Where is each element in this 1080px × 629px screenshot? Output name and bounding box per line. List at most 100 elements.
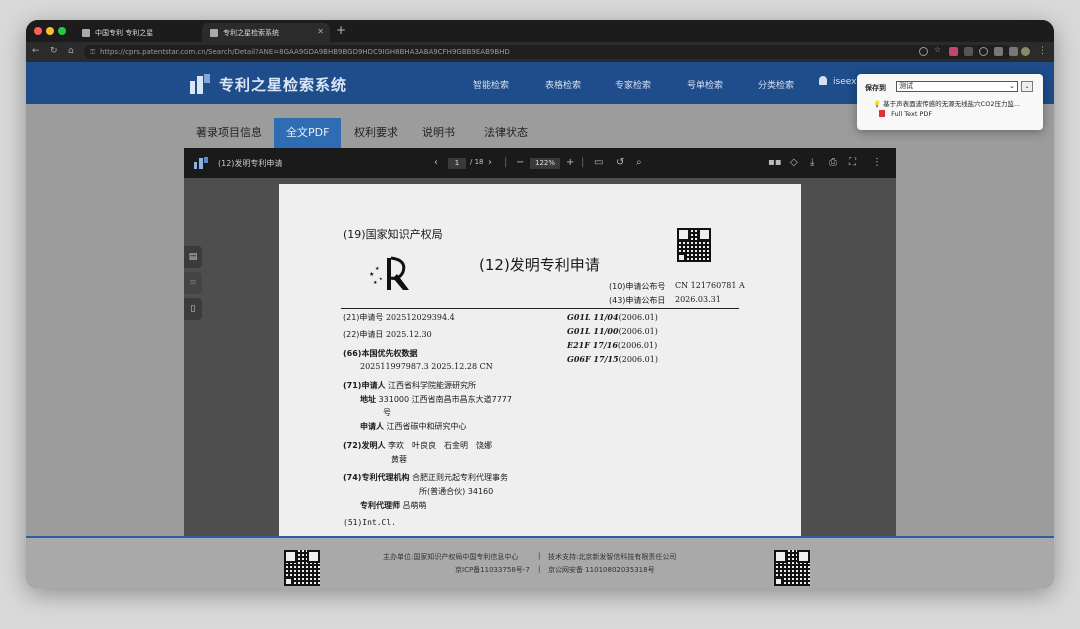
pdf-viewer: (12)发明专利申请 ‹ 1 / 18 › | − 122% + | ▭ ↺ ⌕… bbox=[184, 148, 896, 588]
profile-avatar[interactable] bbox=[1021, 47, 1030, 56]
two-page-view-icon[interactable]: ▪▪ bbox=[768, 157, 782, 168]
divider: | bbox=[581, 157, 585, 168]
extension-icon[interactable] bbox=[949, 47, 958, 56]
footer-police-record[interactable]: 京公网安备 11010802035318号 bbox=[548, 565, 655, 575]
zoom-out-icon[interactable]: − bbox=[516, 157, 524, 168]
share-icon[interactable] bbox=[919, 47, 928, 56]
field-label: 专利代理师 bbox=[360, 501, 400, 510]
tab-legal-status[interactable]: 法律状态 bbox=[484, 118, 528, 148]
qr-code bbox=[774, 550, 810, 586]
svg-text:★: ★ bbox=[369, 271, 374, 278]
tab-claims[interactable]: 权利要求 bbox=[354, 118, 398, 148]
browser-tab-1[interactable]: 中国专利 专利之星 bbox=[74, 23, 198, 42]
field-label: (22)申请日 bbox=[343, 330, 384, 339]
zotero-save-popup: 保存到 测试 ⌄ ⌄ 💡 基于声表面波传感的无源无线盐穴CO2压力监... Fu… bbox=[857, 74, 1043, 130]
field-value: 202511997987.3 2025.12.28 CN bbox=[360, 362, 493, 371]
address-bar[interactable]: ⚿ https://cprs.patentstar.com.cn/Search/… bbox=[84, 45, 1012, 59]
sidebar-icon[interactable] bbox=[1009, 47, 1018, 56]
divider: | bbox=[504, 157, 508, 168]
nav-class-search[interactable]: 分类检索 bbox=[758, 78, 794, 91]
search-icon[interactable]: ⌕ bbox=[636, 157, 642, 168]
new-tab-button[interactable]: + bbox=[336, 23, 346, 37]
extension-icon[interactable] bbox=[979, 47, 988, 56]
next-page-icon[interactable]: › bbox=[488, 157, 492, 168]
saved-attachment[interactable]: Full Text PDF bbox=[879, 110, 932, 118]
field-label: (66)本国优先权数据 bbox=[343, 349, 418, 358]
nav-expert-search[interactable]: 专家检索 bbox=[615, 78, 651, 91]
tab-fulltext-pdf[interactable]: 全文PDF bbox=[274, 118, 342, 148]
collection-select[interactable]: 测试 ⌄ bbox=[896, 81, 1018, 92]
bookmark-star-icon[interactable]: ☆ bbox=[934, 45, 943, 54]
tab-strip: 中国专利 专利之星 专利之星检索系统 ✕ + bbox=[26, 20, 1054, 42]
field-label: (71)申请人 bbox=[343, 381, 386, 390]
thumbnails-icon[interactable]: ▤ bbox=[184, 246, 202, 268]
attachments-icon[interactable]: ▯ bbox=[184, 298, 202, 320]
nav-table-search[interactable]: 表格检索 bbox=[545, 78, 581, 91]
lock-icon: ⚿ bbox=[90, 48, 96, 56]
field-value: 合肥正则元起专利代理事务 bbox=[412, 473, 508, 482]
home-icon[interactable]: ⌂ bbox=[68, 46, 74, 56]
svg-text:★: ★ bbox=[379, 276, 383, 281]
extensions-puzzle-icon[interactable] bbox=[994, 47, 1003, 56]
tab-description[interactable]: 说明书 bbox=[422, 118, 455, 148]
footer-separator: | bbox=[538, 552, 541, 560]
page-icon bbox=[210, 28, 218, 37]
qr-code bbox=[284, 550, 320, 586]
field-value: 202512029394.4 bbox=[385, 313, 455, 322]
chevron-down-icon: ⌄ bbox=[1009, 82, 1015, 90]
expand-tree-button[interactable]: ⌄ bbox=[1021, 81, 1033, 92]
fullscreen-icon[interactable]: ⛶ bbox=[849, 157, 856, 168]
zoom-in-icon[interactable]: + bbox=[566, 157, 574, 168]
ipc-code: E21F 17/16 bbox=[567, 340, 618, 350]
svg-text:★: ★ bbox=[375, 266, 380, 272]
maximize-window-button[interactable] bbox=[58, 27, 66, 35]
publication-date-label: (43)申请公布日 bbox=[609, 296, 666, 305]
print-icon[interactable]: ⎙ bbox=[829, 157, 837, 168]
field-value: 李欢 叶良良 石金明 饶娜 bbox=[388, 441, 492, 450]
ipc-version: (2006.01) bbox=[618, 327, 658, 336]
ipc-code: G01L 11/00 bbox=[567, 326, 619, 336]
tab-bibliographic[interactable]: 著录项目信息 bbox=[196, 118, 262, 148]
divider-line bbox=[341, 308, 739, 309]
pdf-title: (12)发明专利申请 bbox=[218, 159, 283, 168]
more-options-icon[interactable]: ⋮ bbox=[872, 157, 882, 168]
fit-page-icon[interactable]: ▭ bbox=[594, 157, 603, 168]
nav-smart-search[interactable]: 智能检索 bbox=[473, 78, 509, 91]
page-icon bbox=[82, 28, 90, 37]
outline-icon[interactable]: ≡ bbox=[184, 272, 202, 294]
minimize-window-button[interactable] bbox=[46, 27, 54, 35]
rotate-icon[interactable]: ↺ bbox=[616, 157, 624, 168]
download-icon[interactable]: ⤓ bbox=[810, 157, 814, 168]
site-logo-text[interactable]: 专利之星检索系统 bbox=[219, 74, 347, 95]
reload-icon[interactable]: ↻ bbox=[50, 46, 58, 56]
field-value: 江西省碳中和研究中心 bbox=[386, 422, 467, 431]
page-number-input[interactable]: 1 bbox=[448, 158, 466, 169]
saved-item[interactable]: 💡 基于声表面波传感的无源无线盐穴CO2压力监... bbox=[873, 98, 1020, 108]
publication-number: CN 121760781 A bbox=[675, 281, 745, 290]
issuing-office: (19)国家知识产权局 bbox=[343, 228, 443, 241]
pdf-page: (19)国家知识产权局 ★ ★ ★ ★ (12)发明专利申请 (10)申请公布号 C… bbox=[279, 184, 801, 588]
footer-icp[interactable]: 京ICP备11033758号-7 bbox=[455, 565, 530, 575]
url-text: https://cprs.patentstar.com.cn/Search/De… bbox=[100, 48, 510, 56]
attachment-label: Full Text PDF bbox=[891, 110, 933, 118]
prev-page-icon[interactable]: ‹ bbox=[434, 157, 438, 168]
nav-number-search[interactable]: 号单检索 bbox=[687, 78, 723, 91]
zotero-connector-icon[interactable] bbox=[964, 47, 973, 56]
browser-tab-2[interactable]: 专利之星检索系统 ✕ bbox=[202, 23, 330, 42]
patentstar-logo-icon bbox=[190, 74, 210, 94]
field-label: (51)Int.Cl. bbox=[343, 518, 396, 527]
menu-dots-icon[interactable]: ⋮ bbox=[1038, 46, 1047, 56]
collection-selected: 测试 bbox=[899, 82, 913, 90]
field-label: (72)发明人 bbox=[343, 441, 386, 450]
back-icon[interactable]: ← bbox=[32, 46, 40, 56]
zoom-level[interactable]: 122% bbox=[530, 158, 560, 169]
publication-date: 2026.03.31 bbox=[675, 295, 721, 304]
browser-toolbar: ← ↻ ⌂ ⚿ https://cprs.patentstar.com.cn/S… bbox=[26, 42, 1054, 62]
document-type: (12)发明专利申请 bbox=[479, 256, 600, 274]
tab-label: 专利之星检索系统 bbox=[223, 28, 279, 37]
close-window-button[interactable] bbox=[34, 27, 42, 35]
bibliographic-fields: (21)申请号 202512029394.4 (22)申请日 2025.12.3… bbox=[343, 312, 563, 572]
ipc-code: G01L 11/04 bbox=[567, 312, 619, 322]
highlight-icon[interactable]: ◇ bbox=[790, 157, 798, 168]
close-tab-icon[interactable]: ✕ bbox=[317, 27, 324, 36]
